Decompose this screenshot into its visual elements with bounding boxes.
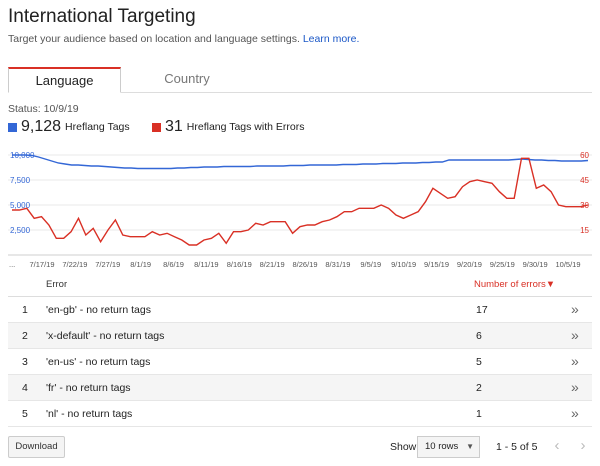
- errors-table: Error Number of errors▼ 1 'en-gb' - no r…: [8, 273, 592, 427]
- legend-swatch-red: [152, 122, 161, 132]
- row-index: 3: [22, 356, 28, 368]
- row-index: 2: [22, 330, 28, 342]
- y-left-tick-label: 7,500: [10, 176, 31, 185]
- download-button[interactable]: Download: [8, 436, 65, 458]
- x-axis-ellipsis: ...: [9, 260, 15, 269]
- row-count: 17: [476, 304, 488, 316]
- row-error: 'en-us' - no return tags: [46, 356, 151, 368]
- legend-swatch-blue: [8, 122, 17, 132]
- table-row[interactable]: 4 'fr' - no return tags 2 »: [8, 375, 592, 401]
- prev-page-icon[interactable]: ‹: [548, 438, 566, 456]
- row-error: 'fr' - no return tags: [46, 382, 131, 394]
- row-index: 4: [22, 382, 28, 394]
- x-tick-label: 10/5/19: [555, 260, 580, 269]
- row-details-icon[interactable]: »: [571, 379, 579, 395]
- tab-bar: Language Country: [8, 67, 592, 93]
- row-details-icon[interactable]: »: [571, 353, 579, 369]
- y-right-tick-label: 45: [580, 176, 589, 185]
- x-tick-label: 8/1/19: [130, 260, 151, 269]
- row-count: 6: [476, 330, 482, 342]
- series-line-hreflang-tags: [12, 154, 589, 170]
- table-row[interactable]: 5 'nl' - no return tags 1 »: [8, 401, 592, 427]
- row-index: 5: [22, 408, 28, 420]
- next-page-icon[interactable]: ›: [574, 438, 592, 456]
- table-row[interactable]: 3 'en-us' - no return tags 5 »: [8, 349, 592, 375]
- row-error: 'nl' - no return tags: [46, 408, 133, 420]
- y-right-tick-label: 60: [580, 151, 589, 160]
- learn-more-link[interactable]: Learn more.: [303, 33, 360, 45]
- x-tick-label: 8/6/19: [163, 260, 184, 269]
- x-tick-label: 7/22/19: [62, 260, 87, 269]
- row-count: 5: [476, 356, 482, 368]
- series-line-hreflang-errors: [12, 157, 589, 246]
- table-row[interactable]: 1 'en-gb' - no return tags 17 »: [8, 297, 592, 323]
- x-tick-label: 9/15/19: [424, 260, 449, 269]
- page-title: International Targeting: [8, 6, 196, 27]
- tab-language[interactable]: Language: [8, 67, 121, 93]
- dropdown-caret-icon: ▼: [466, 442, 474, 451]
- x-tick-label: 8/16/19: [227, 260, 252, 269]
- tab-country[interactable]: Country: [121, 67, 253, 93]
- x-tick-label: 8/21/19: [260, 260, 285, 269]
- x-tick-label: 9/30/19: [523, 260, 548, 269]
- pagination-info: 1 - 5 of 5: [496, 441, 538, 453]
- table-footer: Download Show 10 rows ▼ 1 - 5 of 5 ‹ ›: [8, 436, 592, 460]
- row-details-icon[interactable]: »: [571, 301, 579, 317]
- x-tick-label: 9/25/19: [490, 260, 515, 269]
- y-right-tick-label: 15: [580, 226, 589, 235]
- table-row[interactable]: 2 'x-default' - no return tags 6 »: [8, 323, 592, 349]
- status-text: Status: 10/9/19: [8, 103, 79, 115]
- legend-hreflang-tags[interactable]: 9,128 Hreflang Tags: [8, 117, 130, 137]
- legend-hreflang-count: 9,128: [21, 118, 62, 135]
- rows-per-page-select[interactable]: 10 rows ▼: [417, 436, 480, 458]
- x-tick-label: 9/10/19: [391, 260, 416, 269]
- row-index: 1: [22, 304, 28, 316]
- x-tick-label: 7/27/19: [95, 260, 120, 269]
- header-number-of-errors[interactable]: Number of errors▼: [474, 279, 555, 290]
- row-count: 1: [476, 408, 482, 420]
- page-subtitle: Target your audience based on location a…: [8, 33, 359, 45]
- row-error: 'en-gb' - no return tags: [46, 304, 151, 316]
- legend-errors-label: Hreflang Tags with Errors: [186, 121, 305, 133]
- x-tick-label: 7/17/19: [29, 260, 54, 269]
- row-error: 'x-default' - no return tags: [46, 330, 165, 342]
- legend-hreflang-label: Hreflang Tags: [65, 121, 130, 133]
- header-error[interactable]: Error: [46, 279, 67, 290]
- row-details-icon[interactable]: »: [571, 327, 579, 343]
- line-chart: 10,0007,5005,0002,500604530157/17/19 7/22…: [8, 151, 592, 269]
- x-tick-label: 8/11/19: [194, 260, 218, 269]
- rows-per-page-value: 10 rows: [425, 441, 459, 452]
- legend-hreflang-errors[interactable]: 31 Hreflang Tags with Errors: [152, 117, 304, 137]
- row-count: 2: [476, 382, 482, 394]
- subtitle-text: Target your audience based on location a…: [8, 33, 300, 45]
- x-tick-label: 8/26/19: [292, 260, 317, 269]
- show-label: Show: [390, 441, 417, 453]
- table-header: Error Number of errors▼: [8, 273, 592, 297]
- x-tick-label: 8/31/19: [325, 260, 350, 269]
- legend-errors-count: 31: [165, 118, 183, 135]
- x-tick-label: 9/20/19: [457, 260, 482, 269]
- row-details-icon[interactable]: »: [571, 405, 579, 421]
- y-left-tick-label: 2,500: [10, 226, 31, 235]
- x-tick-label: 9/5/19: [360, 260, 381, 269]
